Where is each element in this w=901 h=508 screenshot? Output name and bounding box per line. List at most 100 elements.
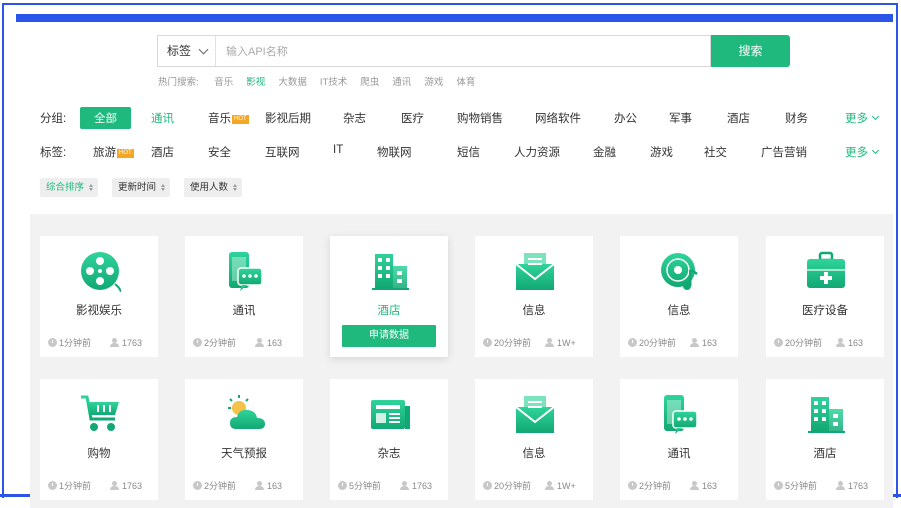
- sort-down-icon: [233, 188, 238, 191]
- clock-icon: [193, 338, 202, 347]
- update-time: 20分钟前: [483, 479, 545, 492]
- hotel-building-icon: [369, 250, 411, 292]
- sort-user-count[interactable]: 使用人数: [184, 178, 243, 197]
- mail-envelope-icon: [514, 250, 556, 292]
- hot-search-term[interactable]: 大数据: [278, 77, 307, 88]
- api-card[interactable]: 酒店 5分钟前 1763: [766, 379, 884, 500]
- tag-item[interactable]: 广告营销: [761, 144, 807, 160]
- api-card-meta: 1分钟前 1763: [48, 479, 158, 492]
- tag-item[interactable]: IT: [333, 144, 343, 156]
- update-time: 1分钟前: [48, 336, 110, 349]
- group-item[interactable]: 影视后期: [265, 110, 311, 126]
- api-card[interactable]: 天气预报 2分钟前 163: [185, 379, 303, 500]
- group-item[interactable]: 医疗: [401, 110, 424, 126]
- group-item[interactable]: 酒店: [727, 110, 750, 126]
- hot-search-term[interactable]: 体育: [456, 77, 475, 88]
- tag-item[interactable]: 酒店: [151, 144, 174, 160]
- group-item[interactable]: 网络软件: [535, 110, 581, 126]
- user-count: 1W+: [545, 481, 576, 491]
- group-item[interactable]: 办公: [614, 110, 637, 126]
- api-card[interactable]: 医疗设备 20分钟前 163: [766, 236, 884, 357]
- group-item[interactable]: 购物销售: [457, 110, 503, 126]
- hot-search-term[interactable]: 影视: [246, 77, 265, 88]
- update-time-text: 20分钟前: [785, 338, 823, 348]
- sort-up-icon: [161, 184, 166, 187]
- update-time-text: 2分钟前: [639, 481, 672, 491]
- search-button[interactable]: 搜索: [711, 35, 790, 67]
- apply-data-button[interactable]: 申请数据: [342, 325, 436, 347]
- clock-icon: [483, 481, 492, 490]
- tag-item[interactable]: 互联网: [265, 144, 300, 160]
- tag-item[interactable]: 金融: [593, 144, 616, 160]
- group-item[interactable]: 财务: [785, 110, 808, 126]
- group-item[interactable]: 通讯: [151, 110, 174, 126]
- music-disc-icon: [659, 250, 701, 292]
- api-card[interactable]: 通讯 2分钟前 163: [620, 379, 738, 500]
- user-count-text: 1763: [122, 481, 143, 491]
- sort-down-icon: [89, 188, 94, 191]
- api-card[interactable]: 信息 20分钟前 1W+: [475, 379, 593, 500]
- api-card[interactable]: 购物 1分钟前 1763: [40, 379, 158, 500]
- api-card[interactable]: 信息 20分钟前 163: [620, 236, 738, 357]
- user-icon: [110, 338, 119, 347]
- search-bar: 标签 搜索: [157, 35, 790, 69]
- clock-icon: [48, 338, 57, 347]
- user-count-text: 163: [267, 481, 283, 491]
- api-card[interactable]: 酒店 申请数据: [330, 236, 448, 357]
- user-icon: [545, 338, 554, 347]
- user-count-text: 1763: [412, 481, 433, 491]
- user-count: 163: [255, 338, 282, 348]
- search-type-select[interactable]: 标签: [158, 36, 216, 66]
- tag-more-link[interactable]: 更多: [845, 144, 880, 160]
- search-box: 标签: [157, 35, 711, 68]
- api-market-page: 标签 搜索 热门搜索: 音乐影视大数据IT技术爬虫通讯游戏体育 分组: 全部通讯…: [30, 22, 893, 508]
- api-card[interactable]: 杂志 5分钟前 1763: [330, 379, 448, 500]
- group-item[interactable]: 全部: [80, 107, 131, 129]
- hot-search-term[interactable]: 爬虫: [360, 77, 379, 88]
- api-card-title: 信息: [667, 305, 691, 317]
- tag-item[interactable]: 安全: [208, 144, 231, 160]
- api-card[interactable]: 影视娱乐 1分钟前 1763: [40, 236, 158, 357]
- film-reel-icon: [79, 250, 122, 293]
- search-input[interactable]: [224, 36, 698, 68]
- update-time: 20分钟前: [774, 336, 836, 349]
- group-item[interactable]: 音乐 HOT: [208, 110, 249, 126]
- group-item[interactable]: 杂志: [343, 110, 366, 126]
- api-card-title: 通讯: [232, 305, 256, 317]
- tag-item[interactable]: 物联网: [377, 144, 412, 160]
- user-icon: [836, 338, 845, 347]
- group-filter-row: 分组: 全部 通讯 音乐 HOT 影视后期 杂志 医疗 购物销售 网络软件 办公 军事 酒店 财务 更多: [40, 107, 885, 129]
- tag-item[interactable]: 短信: [457, 144, 480, 160]
- hot-search-term[interactable]: 通讯: [392, 77, 411, 88]
- update-time-text: 20分钟前: [639, 338, 677, 348]
- update-time-text: 1分钟前: [59, 338, 92, 348]
- newspaper-icon: [369, 393, 411, 435]
- group-item[interactable]: 军事: [669, 110, 692, 126]
- hot-search-term[interactable]: 游戏: [424, 77, 443, 88]
- api-card-meta: 5分钟前 1763: [774, 479, 884, 492]
- hot-search-term[interactable]: 音乐: [214, 77, 233, 88]
- hot-searches: 热门搜索: 音乐 影视 大数据 IT技术 爬虫 通讯 游戏 体育: [158, 74, 488, 88]
- api-card[interactable]: 信息 20分钟前 1W+: [475, 236, 593, 357]
- api-card[interactable]: 通讯 2分钟前 163: [185, 236, 303, 357]
- hotel-building-icon: [805, 393, 847, 435]
- api-card-title: 信息: [522, 305, 546, 317]
- clock-icon: [48, 481, 57, 490]
- clock-icon: [628, 338, 637, 347]
- tag-item[interactable]: 旅游 HOT: [93, 144, 134, 160]
- tag-item[interactable]: 社交: [704, 144, 727, 160]
- shopping-cart-icon: [79, 393, 121, 435]
- hot-search-term[interactable]: IT技术: [320, 77, 347, 88]
- sort-up-icon: [89, 184, 94, 187]
- tag-item[interactable]: 游戏: [650, 144, 673, 160]
- update-time-text: 1分钟前: [59, 481, 92, 491]
- sort-composite[interactable]: 综合排序: [40, 178, 99, 197]
- tag-item[interactable]: 人力资源: [514, 144, 560, 160]
- group-more-link[interactable]: 更多: [845, 110, 880, 126]
- api-card-title: 影视娱乐: [76, 305, 122, 317]
- update-time-text: 5分钟前: [785, 481, 818, 491]
- api-card-title: 信息: [522, 448, 546, 460]
- user-icon: [690, 338, 699, 347]
- sort-update-time[interactable]: 更新时间: [112, 178, 171, 197]
- user-count-text: 163: [267, 338, 283, 348]
